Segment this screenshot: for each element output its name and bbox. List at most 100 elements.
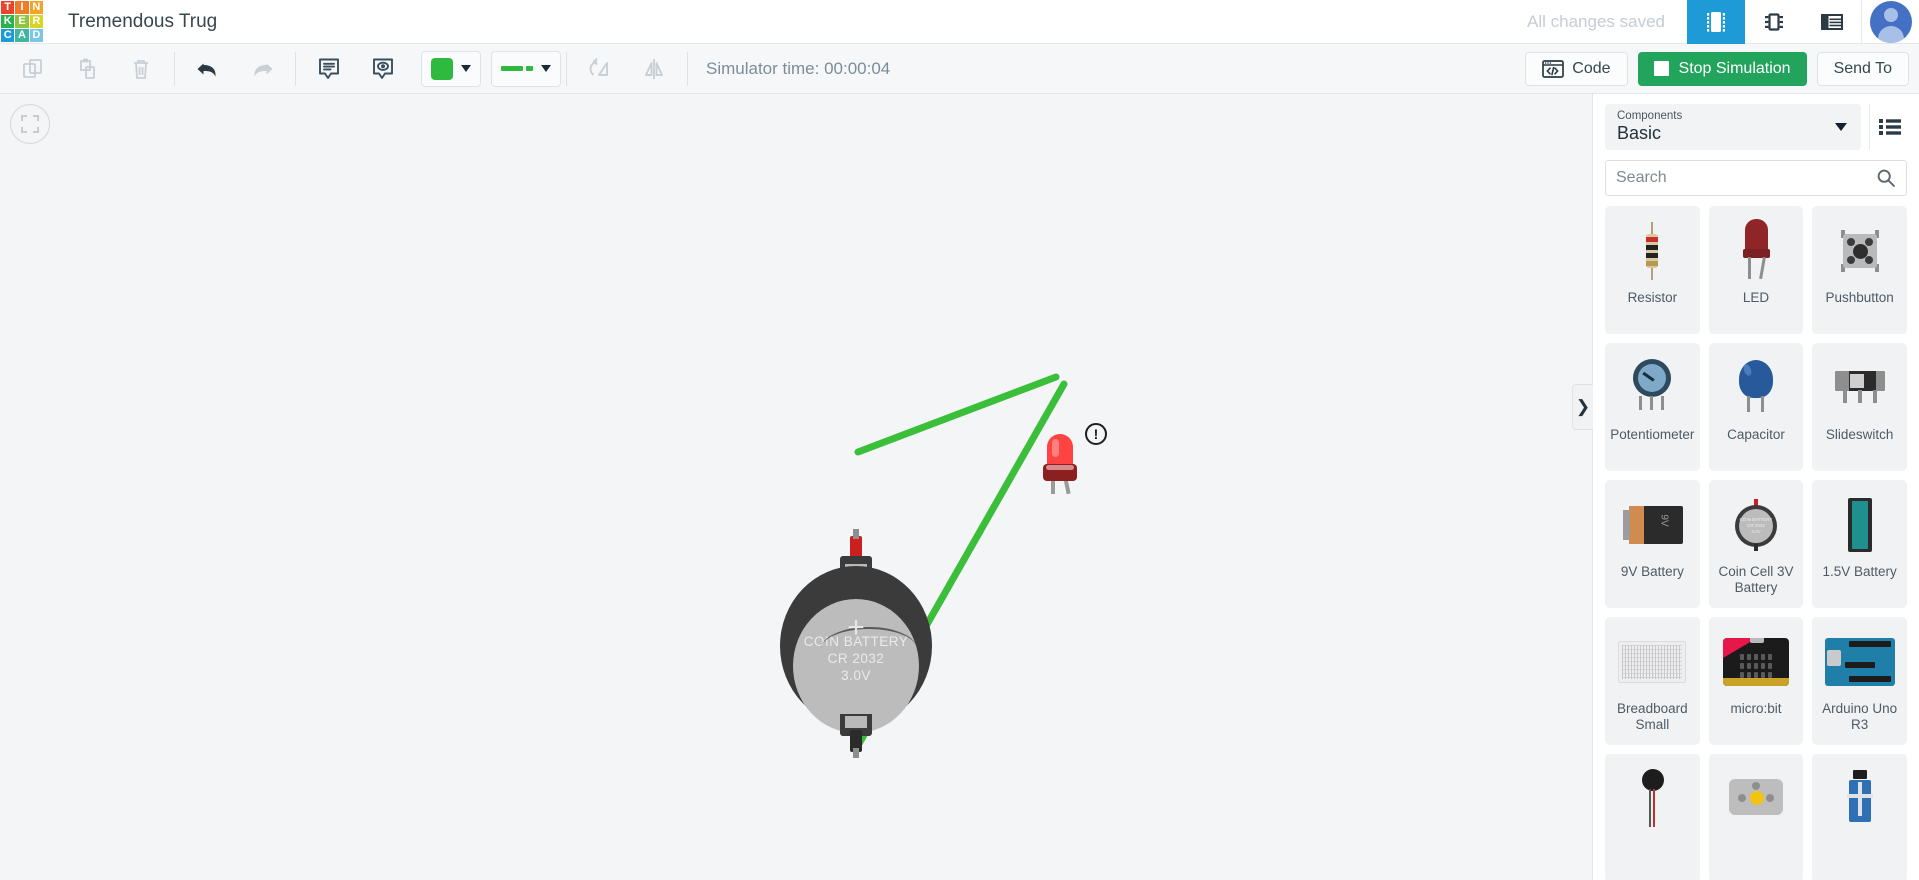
search-box[interactable] [1605,160,1907,196]
slideswitch-art [1834,371,1885,405]
component-art: COIN BATTERY CR 2032 3.0V [1734,486,1777,564]
code-button[interactable]: Code [1525,51,1628,86]
pushbutton-art [1837,230,1883,272]
component-tile[interactable] [1812,754,1907,880]
battery-15v-art [1847,496,1872,554]
toolbar-right-group: Code Stop Simulation Send To [1525,51,1919,86]
redo-button[interactable] [235,44,289,94]
battery-arc [821,627,917,649]
undo-button[interactable] [181,44,235,94]
chevron-down-icon [541,65,551,72]
search-input[interactable] [1616,169,1876,187]
component-tile[interactable]: Slideswitch [1812,343,1907,471]
breadboard-art [1618,641,1687,683]
component-tile[interactable]: Breadboard Small [1605,617,1700,745]
logo-tile: C [1,29,15,43]
circuit-canvas[interactable]: + COIN BATTERY CR 2032 3.0V ! [0,94,1592,880]
component-label: Coin Cell 3V Battery [1718,564,1794,595]
clipboard-group [0,44,174,94]
microbit-art [1722,638,1789,686]
panel-header: Components Basic [1593,94,1919,156]
component-tile[interactable] [1605,754,1700,880]
paste-button[interactable] [60,44,114,94]
component-art [1824,623,1895,701]
history-group [175,44,295,94]
wire-color-picker[interactable] [421,50,481,87]
component-tile[interactable] [1708,754,1804,880]
components-category-dropdown[interactable]: Components Basic [1605,104,1861,150]
component-label: Arduino Uno R3 [1822,701,1898,732]
tinkercad-logo[interactable]: TINKERCAD [0,0,44,44]
component-art [1646,212,1659,290]
component-tile[interactable]: Pushbutton [1812,206,1907,334]
save-status-text: All changes saved [1527,11,1665,31]
toolbar-divider [687,51,688,86]
user-menu[interactable] [1861,0,1919,44]
annotation-icon[interactable] [302,44,356,94]
component-tile[interactable]: Capacitor [1708,343,1804,471]
panel-collapse-button[interactable]: ❯ [1572,384,1593,430]
simulator-time: Simulator time: 00:00:04 [706,58,891,78]
battery-negative-pin[interactable] [850,730,862,758]
schematic-view-icon[interactable] [1745,0,1803,44]
list-view-toggle[interactable] [1869,104,1909,150]
logo-tile: D [29,29,43,43]
component-art [1637,760,1667,838]
vibration-motor-art [1637,769,1667,829]
component-tile[interactable]: Arduino Uno R3 [1812,617,1907,745]
component-art [1837,212,1883,290]
stop-simulation-button[interactable]: Stop Simulation [1637,51,1807,86]
highlight-icon[interactable] [356,44,410,94]
logo-tile: E [15,14,29,29]
mirror-icon[interactable] [627,44,681,94]
logo-tile: T [1,0,15,14]
component-tile[interactable]: Potentiometer [1605,343,1700,471]
document-title[interactable]: Tremendous Trug [68,11,217,33]
top-bar-right: All changes saved [1527,0,1919,44]
battery-body: + COIN BATTERY CR 2032 3.0V [780,566,932,733]
avatar[interactable] [1869,0,1912,43]
stop-icon [1653,61,1669,76]
coin-cell-art: COIN BATTERY CR 2032 3.0V [1734,499,1777,551]
capacitor-art [1736,360,1776,416]
wire-color-swatch [431,57,453,80]
led-component[interactable]: ! [1039,423,1107,496]
component-tile[interactable]: Resistor [1605,206,1700,334]
transform-group [567,44,687,94]
logo-tile: R [29,14,43,29]
component-art: 9V [1621,486,1684,564]
component-label: Resistor [1627,290,1678,305]
send-to-button[interactable]: Send To [1816,51,1909,86]
led-art [1741,219,1771,283]
battery-face: + COIN BATTERY CR 2032 3.0V [793,599,919,733]
breadboard-view-icon[interactable] [1687,0,1745,44]
component-tile[interactable]: COIN BATTERY CR 2032 3.0V Coin Cell 3V Bat… [1708,480,1804,608]
top-bar: TINKERCAD Tremendous Trug All changes sa… [0,0,1919,44]
component-art [1722,623,1789,701]
tinkercad-circuits-app: TINKERCAD Tremendous Trug All changes sa… [0,0,1919,880]
component-art [1834,349,1885,427]
send-to-label: Send To [1833,59,1892,77]
led-warning-badge[interactable]: ! [1085,423,1107,445]
component-tile[interactable]: 9V 9V Battery [1605,480,1700,608]
component-tile[interactable]: micro:bit [1708,617,1804,745]
rotate-icon[interactable] [573,44,627,94]
component-art [1741,212,1771,290]
search-row [1593,156,1919,206]
copy-button[interactable] [6,44,60,94]
component-label: Pushbutton [1825,290,1894,305]
component-art [1728,760,1783,838]
component-tile[interactable]: 1.5V Battery [1812,480,1907,608]
component-label: Potentiometer [1610,427,1695,442]
wires-layer [852,373,1068,753]
component-label: Capacitor [1727,427,1785,442]
component-tile[interactable]: LED [1708,206,1804,334]
wire-style-picker[interactable] [491,50,561,87]
components-list-icon[interactable] [1803,0,1861,44]
dropdown-value: Basic [1617,123,1662,143]
delete-button[interactable] [114,44,168,94]
component-label: Slideswitch [1825,427,1894,442]
dc-motor-art [1728,777,1783,821]
coin-cell-battery-component[interactable]: + COIN BATTERY CR 2032 3.0V [780,529,932,758]
component-art [1846,760,1873,838]
